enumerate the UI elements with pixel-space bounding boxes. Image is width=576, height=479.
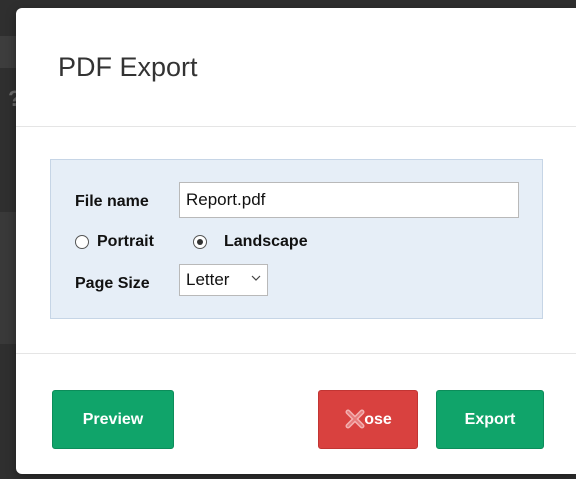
portrait-radio[interactable] — [75, 235, 89, 249]
close-button[interactable]: ose — [318, 390, 418, 449]
dialog-body: File name Portrait Landscape Page Size L… — [16, 127, 576, 353]
export-button[interactable]: Export — [436, 390, 544, 449]
preview-button-label: Preview — [82, 410, 144, 428]
export-button-label: Export — [464, 410, 516, 428]
file-name-label: File name — [75, 193, 149, 210]
page-size-label: Page Size — [75, 275, 150, 292]
preview-button[interactable]: Preview — [52, 390, 174, 449]
export-settings-panel: File name Portrait Landscape Page Size L… — [50, 159, 543, 319]
chevron-down-icon — [251, 273, 261, 285]
page-size-select[interactable]: Letter — [179, 264, 268, 296]
dialog-footer: Preview ose Export — [16, 353, 576, 474]
page-size-value: Letter — [186, 270, 230, 289]
close-button-label: ose — [364, 410, 392, 428]
pdf-export-dialog: PDF Export File name Portrait Landscape … — [16, 8, 576, 474]
portrait-label[interactable]: Portrait — [97, 233, 154, 251]
file-name-input[interactable] — [179, 182, 519, 218]
dialog-title: PDF Export — [58, 52, 198, 82]
landscape-radio[interactable] — [193, 235, 207, 249]
landscape-label[interactable]: Landscape — [224, 233, 308, 251]
dialog-header: PDF Export — [16, 8, 576, 127]
